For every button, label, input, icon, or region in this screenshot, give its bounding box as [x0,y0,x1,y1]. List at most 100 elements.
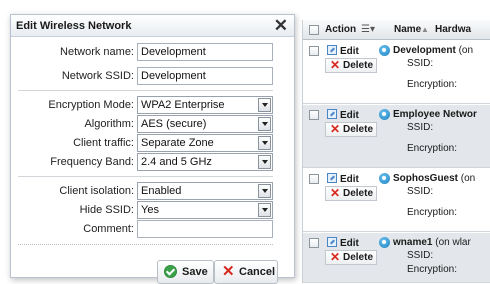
ssid-label: SSID: [407,58,434,69]
edit-icon [327,237,337,247]
x-icon: ✕ [330,186,341,200]
network-ssid-row: Network SSID: Development [11,67,296,85]
client-traffic-select[interactable]: Separate Zone [137,134,273,152]
encryption-mode-select[interactable]: WPA2 Enterprise [137,96,273,114]
delete-button[interactable]: ✕ Delete [325,58,377,73]
client-traffic-row: Client traffic: Separate Zone [11,134,296,152]
divider [18,176,273,177]
x-icon: ✕ [330,122,341,136]
row-checkbox[interactable] [309,238,319,248]
chevron-down-icon [258,184,271,198]
table-row[interactable]: Edit ✕ Delete Development (on SSID: Encry… [303,41,490,104]
dialog-header: Edit Wireless Network ✕ [11,15,294,37]
hide-ssid-value: Yes [141,204,159,216]
encryption-label: Encryption: [407,79,458,90]
encryption-mode-row: Encryption Mode: WPA2 Enterprise [11,96,296,114]
client-traffic-label: Client traffic: [73,137,134,149]
hide-ssid-label: Hide SSID: [79,204,134,216]
name-column-header[interactable]: Name [394,20,421,40]
edit-label: Edit [340,238,359,249]
network-name-row: Network name: Development [11,43,296,61]
algorithm-select[interactable]: AES (secure) [137,115,273,133]
client-isolation-value: Enabled [141,185,182,197]
edit-link[interactable]: Edit [327,109,359,121]
edit-wireless-network-dialog: Edit Wireless Network ✕ Network name: De… [10,14,296,284]
edit-label: Edit [340,110,359,121]
delete-label: Delete [343,124,374,135]
close-icon[interactable]: ✕ [274,15,288,37]
network-name-text[interactable]: SophosGuest [393,173,458,184]
comment-input[interactable] [137,220,273,238]
wireless-network-list: Action ☰▾ Name ▲ Hardwa Edit ✕ Delete Dev… [302,20,490,283]
client-isolation-row: Client isolation: Enabled [11,182,296,200]
edit-icon [327,45,337,55]
encryption-mode-value: WPA2 Enterprise [141,99,225,111]
column-menu-icon[interactable]: ☰▾ [361,20,375,40]
hardware-column-header[interactable]: Hardwa [435,20,471,40]
chevron-down-icon [258,98,271,112]
ssid-label: SSID: [407,186,434,197]
wireless-network-icon [379,237,390,248]
hide-ssid-select[interactable]: Yes [137,201,273,219]
chevron-down-icon [258,117,271,131]
divider [18,244,273,245]
network-ssid-input[interactable]: Development [137,67,273,85]
edit-icon [327,173,337,183]
delete-label: Delete [343,60,374,71]
network-interface-text: (on wlar [432,237,471,248]
frequency-band-select[interactable]: 2.4 and 5 GHz [137,153,273,171]
encryption-label: Encryption: [407,207,458,218]
table-row[interactable]: Edit ✕ Delete wname1 (on wlar SSID: Encry… [303,233,490,283]
encryption-mode-label: Encryption Mode: [48,99,134,111]
delete-button[interactable]: ✕ Delete [325,250,377,265]
chevron-down-icon [258,203,271,217]
edit-label: Edit [340,46,359,57]
network-name: Employee Networ [393,109,477,120]
edit-icon [327,109,337,119]
client-isolation-label: Client isolation: [59,185,134,197]
algorithm-row: Algorithm: AES (secure) [11,115,296,133]
edit-link[interactable]: Edit [327,237,359,249]
delete-button[interactable]: ✕ Delete [325,186,377,201]
edit-link[interactable]: Edit [327,173,359,185]
network-name-text[interactable]: Development [393,45,456,56]
ssid-label: SSID: [407,122,434,133]
network-interface-text: (on [458,173,476,184]
divider [18,90,273,91]
dialog-title: Edit Wireless Network [16,20,132,32]
edit-link[interactable]: Edit [327,45,359,57]
row-checkbox[interactable] [309,46,319,56]
table-row[interactable]: Edit ✕ Delete Employee Networ SSID: Encry… [303,105,490,168]
network-name-text[interactable]: Employee Networ [393,109,477,120]
network-name: Development (on [393,45,473,56]
frequency-band-row: Frequency Band: 2.4 and 5 GHz [11,153,296,171]
delete-button[interactable]: ✕ Delete [325,122,377,137]
wireless-network-icon [379,45,390,56]
network-ssid-label: Network SSID: [61,70,134,82]
algorithm-value: AES (secure) [141,118,207,130]
delete-label: Delete [343,188,374,199]
client-isolation-select[interactable]: Enabled [137,182,273,200]
chevron-down-icon [258,136,271,150]
save-button[interactable]: Save [157,260,214,284]
client-traffic-value: Separate Zone [141,137,214,149]
save-button-label: Save [182,266,208,278]
select-all-checkbox[interactable] [309,25,319,35]
row-checkbox[interactable] [309,110,319,120]
network-name-text[interactable]: wname1 [393,237,432,248]
network-name-label: Network name: [60,46,134,58]
comment-label: Comment: [83,223,134,235]
row-checkbox[interactable] [309,174,319,184]
hide-ssid-row: Hide SSID: Yes [11,201,296,219]
wireless-network-icon [379,109,390,120]
table-row[interactable]: Edit ✕ Delete SophosGuest (on SSID: Encry… [303,169,490,232]
algorithm-label: Algorithm: [84,118,134,130]
encryption-label: Encryption: [407,264,458,275]
cancel-button[interactable]: ✕ Cancel [214,260,278,284]
ssid-label: SSID: [407,250,434,261]
network-interface-text: (on [455,45,474,56]
network-name-input[interactable]: Development [137,43,273,61]
wireless-network-icon [379,173,390,184]
check-circle-icon [164,265,177,278]
encryption-label: Encryption: [407,143,458,154]
